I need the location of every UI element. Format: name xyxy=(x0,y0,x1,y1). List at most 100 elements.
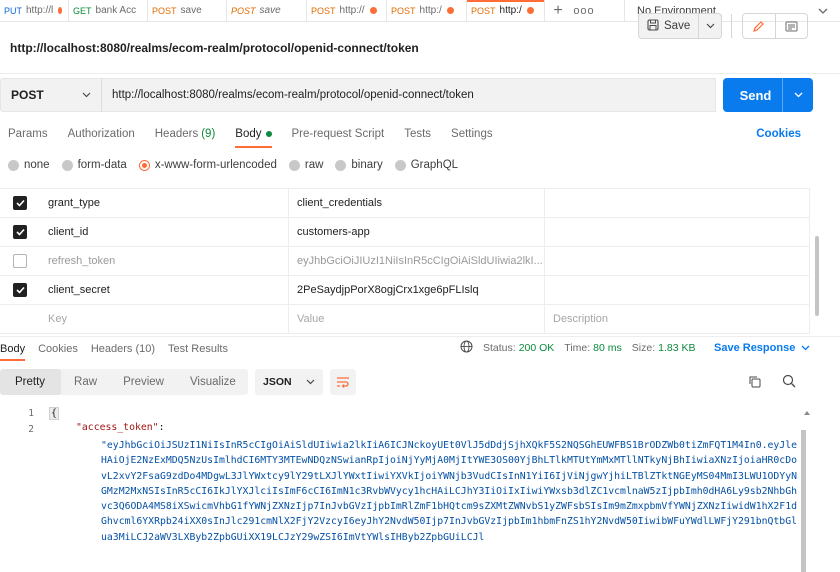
more-tabs-button[interactable]: ooo xyxy=(571,0,597,21)
radio-binary[interactable]: binary xyxy=(335,159,383,171)
status-value[interactable]: 200 OK xyxy=(519,342,555,354)
radio-label: x-www-form-urlencoded xyxy=(154,159,277,171)
param-description[interactable] xyxy=(545,276,810,304)
response-status: Status: 200 OK Time: 80 ms Size: 1.83 KB xyxy=(460,336,705,360)
json-string-value: "eyJhbGciOiJSUzI1NiIsInR5cCIgOiAiSldUIiw… xyxy=(101,440,797,543)
format-select[interactable]: JSON xyxy=(255,369,323,395)
copy-button[interactable] xyxy=(748,375,761,391)
param-description-input[interactable]: Description xyxy=(545,305,810,333)
tab-name: http://l xyxy=(26,5,54,16)
line-number: 2 xyxy=(28,424,34,435)
param-key[interactable]: client_secret xyxy=(40,276,289,304)
url-row: POST http://localhost:8080/realms/ecom-r… xyxy=(0,78,840,112)
tab-settings[interactable]: Settings xyxy=(451,120,493,148)
documentation-button[interactable] xyxy=(776,14,808,38)
radio-x-www-form-urlencoded[interactable]: x-www-form-urlencoded xyxy=(138,159,277,171)
response-scrollbar[interactable] xyxy=(801,430,806,572)
url-input[interactable]: http://localhost:8080/realms/ecom-realm/… xyxy=(102,78,716,112)
body-active-dot-icon xyxy=(265,131,272,137)
request-tab[interactable]: PUT http://l xyxy=(0,0,69,21)
edit-button[interactable] xyxy=(743,14,776,38)
param-value[interactable]: customers-app xyxy=(289,218,545,246)
send-label[interactable]: Send xyxy=(723,78,783,112)
response-tab-body[interactable]: Body xyxy=(0,337,26,361)
view-raw[interactable]: Raw xyxy=(61,369,110,395)
response-tab-test-results[interactable]: Test Results xyxy=(168,337,228,361)
param-value[interactable]: 2PeSaydjpPorX8ogjCrx1xge6pFLIslq xyxy=(289,276,545,304)
param-value[interactable]: client_credentials xyxy=(289,189,545,217)
size-value[interactable]: 1.83 KB xyxy=(658,342,695,354)
request-tab[interactable]: POST save xyxy=(227,0,307,21)
globe-icon[interactable] xyxy=(460,340,473,356)
save-options-button[interactable] xyxy=(699,23,721,29)
wrap-lines-button[interactable] xyxy=(330,369,356,395)
tab-name: save xyxy=(180,5,202,16)
param-key[interactable]: grant_type xyxy=(40,189,289,217)
new-tab-button[interactable]: + xyxy=(545,0,571,21)
request-title[interactable]: http://localhost:8080/realms/ecom-realm/… xyxy=(10,41,419,55)
save-response-button[interactable]: Save Response xyxy=(714,336,810,360)
view-visualize[interactable]: Visualize xyxy=(177,369,249,395)
table-row: client_id customers-app xyxy=(0,218,810,247)
tab-pre-request-script[interactable]: Pre-request Script xyxy=(292,120,385,148)
view-preview[interactable]: Preview xyxy=(110,369,177,395)
save-button-label[interactable]: Save xyxy=(639,14,700,38)
radio-raw[interactable]: raw xyxy=(288,159,324,171)
radio-none[interactable]: none xyxy=(8,159,50,171)
params-scrollbar[interactable] xyxy=(815,236,819,316)
tab-body[interactable]: Body xyxy=(235,120,272,148)
send-button[interactable]: Send xyxy=(723,78,813,112)
row-checkbox[interactable] xyxy=(0,276,40,304)
param-description[interactable] xyxy=(545,189,810,217)
response-tab-headers[interactable]: Headers (10) xyxy=(91,337,155,361)
unsaved-dot-icon xyxy=(526,7,534,14)
row-checkbox[interactable] xyxy=(0,189,40,217)
request-tab[interactable]: POST http:// xyxy=(307,0,387,21)
save-icon xyxy=(647,18,659,34)
radio-form-data[interactable]: form-data xyxy=(61,159,127,171)
tab-headers[interactable]: Headers (9) xyxy=(155,120,216,148)
search-button[interactable] xyxy=(782,374,796,391)
radio-graphql[interactable]: GraphQL xyxy=(394,159,458,171)
tab-authorization[interactable]: Authorization xyxy=(68,120,135,148)
tab-method: POST xyxy=(231,5,256,16)
method-value: POST xyxy=(11,88,44,102)
table-row-new: Key Value Description xyxy=(0,305,810,334)
time-value[interactable]: 80 ms xyxy=(593,342,622,354)
param-description[interactable] xyxy=(545,218,810,246)
row-checkbox[interactable] xyxy=(0,218,40,246)
response-toolbar: Pretty Raw Preview Visualize JSON xyxy=(0,369,840,397)
save-button[interactable]: Save xyxy=(638,13,722,39)
json-colon: : xyxy=(158,422,165,433)
param-value-input[interactable]: Value xyxy=(289,305,545,333)
tab-tests[interactable]: Tests xyxy=(404,120,431,148)
wrap-lines-icon xyxy=(337,377,349,388)
send-options-button[interactable] xyxy=(783,78,813,112)
tab-method: GET xyxy=(73,5,92,16)
view-pretty[interactable]: Pretty xyxy=(0,369,62,395)
tab-name: http:// xyxy=(339,5,365,16)
param-key-input[interactable]: Key xyxy=(40,305,289,333)
param-value[interactable]: eyJhbGciOiJIUzI1NiIsInR5cCIgOiAiSldUIiwi… xyxy=(289,247,545,275)
request-tab[interactable]: POST http:/ xyxy=(387,0,467,21)
request-tab-active[interactable]: POST http:/ xyxy=(467,0,545,21)
request-tab[interactable]: GET bank Acc xyxy=(69,0,148,21)
param-key[interactable]: client_id xyxy=(40,218,289,246)
save-text: Save xyxy=(664,20,691,32)
cookies-link[interactable]: Cookies xyxy=(756,120,801,148)
response-body-editor[interactable]: 1 2 { "access_token": "eyJhbGciOiJSUzI1N… xyxy=(0,404,800,572)
row-checkbox[interactable] xyxy=(0,247,40,275)
radio-circle-icon xyxy=(8,159,19,171)
param-key[interactable]: refresh_token xyxy=(40,247,289,275)
param-description[interactable] xyxy=(545,247,810,275)
row-checkbox-placeholder xyxy=(0,305,40,333)
tab-params[interactable]: Params xyxy=(8,120,48,148)
request-tab[interactable]: POST save xyxy=(148,0,227,21)
scroll-up-icon[interactable] xyxy=(804,405,810,415)
tab-method: POST xyxy=(152,5,177,16)
radio-label: raw xyxy=(304,159,324,171)
method-select[interactable]: POST xyxy=(0,78,102,112)
response-tab-cookies[interactable]: Cookies xyxy=(38,337,78,361)
radio-circle-icon xyxy=(288,159,300,171)
headers-count: (9) xyxy=(201,128,216,140)
